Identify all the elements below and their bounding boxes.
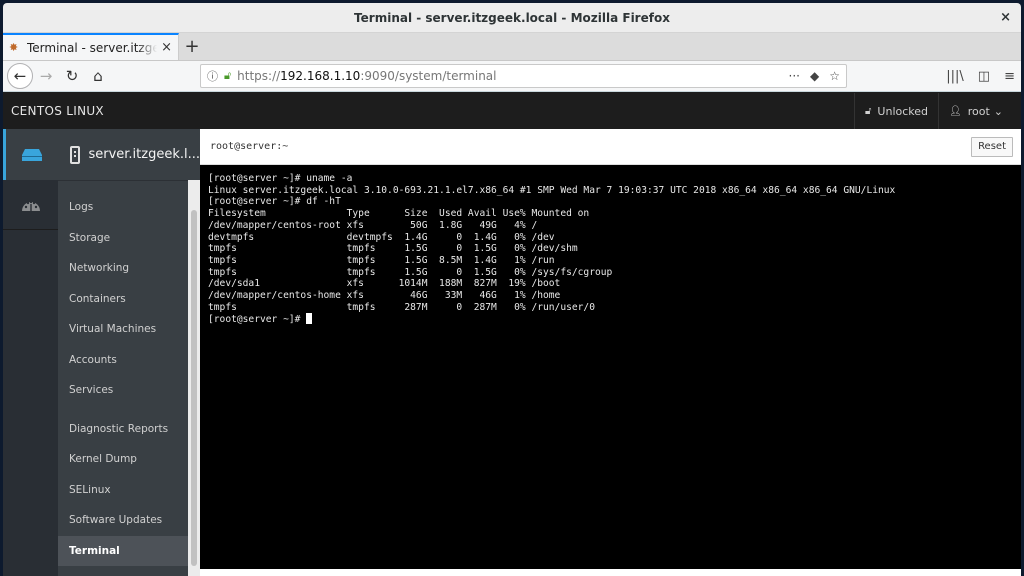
host-name: server.itzgeek.l... [88,147,200,162]
terminal-line: /dev/mapper/centos-home xfs 46G 33M 46G … [208,290,561,302]
forward-button[interactable]: → [33,63,59,89]
window-title: Terminal - server.itzgeek.local - Mozill… [354,10,670,25]
bookmark-star-icon[interactable]: ☆ [829,69,840,83]
back-button[interactable]: ← [7,63,33,89]
menu-item-accounts[interactable]: Accounts [58,345,188,376]
menu-item-kernel-dump[interactable]: Kernel Dump [58,444,188,475]
chevron-down-icon: ⌄ [993,104,1003,118]
tab-label: Terminal - server.itzgeek.local [27,40,158,55]
terminal-page: root@server:~ Reset [root@server ~]# una… [200,129,1021,576]
url-host: 192.168.1.10 [280,69,361,83]
terminal-line: [root@server ~]# uname -a [208,173,353,184]
server-icon [70,145,81,164]
rail-hosts[interactable] [3,129,58,180]
terminal-prompt-line: [root@server ~]# [208,313,1013,326]
bottom-strip [200,569,1021,576]
window-close-button[interactable]: × [1000,10,1011,25]
menu-item-logs[interactable]: Logs [58,192,188,223]
terminal-cursor [306,313,313,325]
cockpit-header: CENTOS LINUX 🔓︎ Unlocked 👤︎ root ⌄ [3,93,1021,129]
user-menu[interactable]: 👤︎ root ⌄ [938,93,1013,129]
page-actions-icon[interactable]: ··· [789,69,800,83]
terminal-line: /dev/sda1 xfs 1014M 188M 827M 19% /boot [208,278,561,290]
hamburger-menu-icon[interactable]: ≡ [1004,69,1015,84]
reload-button[interactable]: ↻ [59,63,85,89]
url-scheme: https:// [237,69,281,83]
left-rail [3,129,58,576]
toolbar-right: |||\ ◫ ≡ [946,64,1015,88]
firefox-window: Terminal - server.itzgeek.local - Mozill… [3,3,1021,576]
host-navigation: server.itzgeek.l... Logs Storage Network… [58,129,200,576]
menu-item-selinux[interactable]: SELinux [58,475,188,506]
terminal-title: root@server:~ [210,141,289,152]
url-path: :9090/system/terminal [360,69,497,83]
host-header[interactable]: server.itzgeek.l... [58,129,200,180]
menu-item-diagnostic-reports[interactable]: Diagnostic Reports [58,414,188,445]
menu-item-services[interactable]: Services [58,375,188,406]
menu-item-storage[interactable]: Storage [58,223,188,254]
terminal-screen[interactable]: [root@server ~]# uname -a Linux server.it… [200,165,1021,569]
dashboard-gauge-icon [21,200,40,211]
sidebar-toggle-icon[interactable]: ◫ [978,69,990,84]
terminal-line: tmpfs tmpfs 1.5G 0 1.5G 0% /dev/shm [208,243,578,255]
unlock-icon: 🔓︎ [864,105,872,117]
menu-item-networking[interactable]: Networking [58,253,188,284]
user-icon: 👤︎ [949,105,962,117]
pocket-icon[interactable]: ◆ [810,69,819,83]
library-icon[interactable]: |||\ [946,69,964,84]
terminal-line: devtmpfs devtmpfs 1.4G 0 1.4G 0% /dev [208,231,555,243]
menu-scrollbar[interactable] [188,180,200,576]
new-tab-button[interactable]: + [179,33,205,60]
menu-item-software-updates[interactable]: Software Updates [58,505,188,536]
terminal-line: tmpfs tmpfs 287M 0 287M 0% /run/user/0 [208,301,595,313]
terminal-line: [root@server ~]# df -hT [208,196,341,208]
url-bar[interactable]: ⓘ 🔓︎ https://192.168.1.10:9090/system/te… [200,64,847,88]
url-text[interactable]: https://192.168.1.10:9090/system/termina… [237,69,778,83]
host-icon [22,148,42,161]
tab-strip: ✸ Terminal - server.itzgeek.local × + [3,33,1021,61]
home-button[interactable]: ⌂ [85,63,111,89]
terminal-line: Linux server.itzgeek.local 3.10.0-693.21… [208,184,896,196]
unlocked-button[interactable]: 🔓︎ Unlocked [853,93,938,129]
terminal-toolbar: root@server:~ Reset [200,129,1021,165]
terminal-line: tmpfs tmpfs 1.5G 8.5M 1.4G 1% /run [208,254,555,266]
menu-item-containers[interactable]: Containers [58,284,188,315]
info-icon[interactable]: ⓘ [207,68,218,84]
terminal-prompt: [root@server ~]# [208,314,307,326]
user-label: root [967,104,990,118]
menu-item-terminal[interactable]: Terminal [58,535,188,566]
tab-close-icon[interactable]: × [161,40,172,55]
terminal-line: /dev/mapper/centos-root xfs 50G 1.8G 49G… [208,219,538,231]
insecure-lock-icon[interactable]: 🔓︎ [224,69,231,83]
unlocked-label: Unlocked [877,104,929,118]
menu-scrollbar-thumb[interactable] [191,210,197,566]
host-menu: Logs Storage Networking Containers Virtu… [58,180,188,576]
terminal-line: tmpfs tmpfs 1.5G 0 1.5G 0% /sys/fs/cgrou… [208,266,613,278]
menu-item-virtual-machines[interactable]: Virtual Machines [58,314,188,345]
terminal-line: Filesystem Type Size Used Avail Use% Mou… [208,208,590,220]
rail-dashboard[interactable] [3,180,58,230]
brand-label: CENTOS LINUX [11,104,104,118]
tab-terminal[interactable]: ✸ Terminal - server.itzgeek.local × [3,33,179,60]
window-titlebar: Terminal - server.itzgeek.local - Mozill… [3,3,1021,33]
cockpit-favicon-icon: ✸ [9,41,19,54]
reset-button[interactable]: Reset [971,136,1013,157]
